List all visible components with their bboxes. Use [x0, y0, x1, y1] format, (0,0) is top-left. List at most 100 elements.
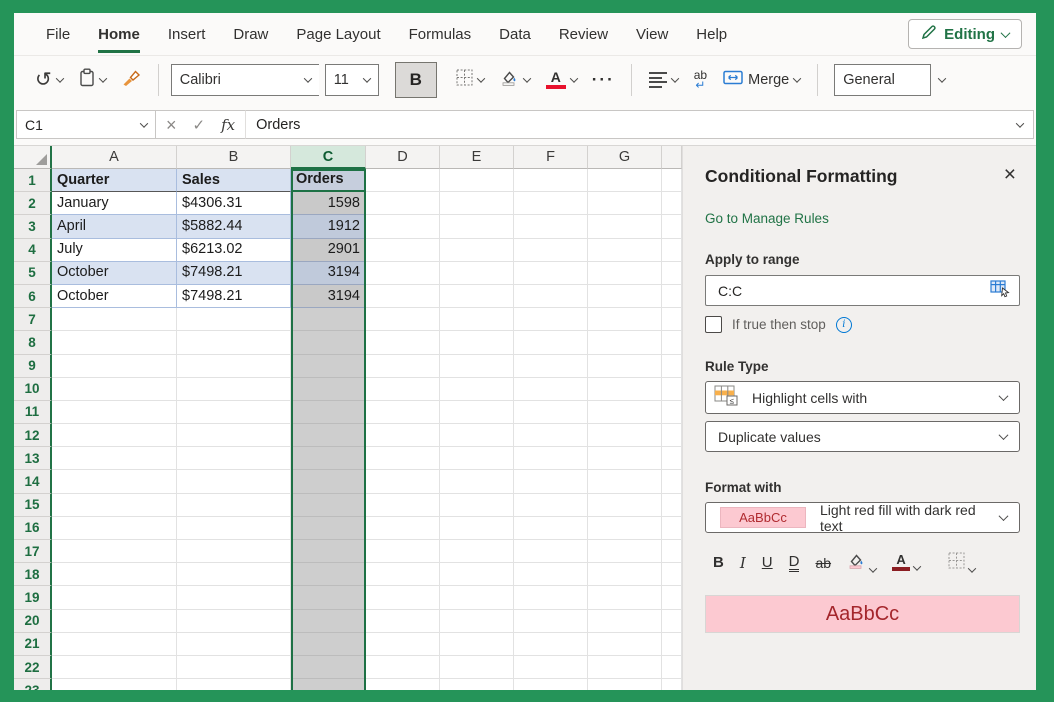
- cell-D7[interactable]: [366, 308, 440, 331]
- cell-C16[interactable]: [291, 517, 366, 540]
- cell-E1[interactable]: [440, 169, 514, 192]
- wrap-text-button[interactable]: ab↵: [689, 66, 712, 94]
- row-header-10[interactable]: 10: [14, 378, 52, 401]
- menu-item-file[interactable]: File: [32, 13, 84, 55]
- cell-stub2[interactable]: [662, 192, 682, 215]
- cell-E8[interactable]: [440, 331, 514, 354]
- cell-G8[interactable]: [588, 331, 662, 354]
- cell-C13[interactable]: [291, 447, 366, 470]
- row-header-13[interactable]: 13: [14, 447, 52, 470]
- cell-E13[interactable]: [440, 447, 514, 470]
- row-header-22[interactable]: 22: [14, 656, 52, 679]
- cell-A9[interactable]: [52, 355, 177, 378]
- format-fill-color-button[interactable]: [847, 552, 876, 573]
- format-strikethrough-button[interactable]: ab: [815, 555, 831, 571]
- column-header-A[interactable]: A: [52, 146, 177, 169]
- range-selector-icon[interactable]: [990, 280, 1011, 301]
- cell-A6[interactable]: October: [52, 285, 177, 308]
- cell-A19[interactable]: [52, 586, 177, 609]
- menu-item-page-layout[interactable]: Page Layout: [282, 13, 394, 55]
- cell-C14[interactable]: [291, 470, 366, 493]
- cell-C20[interactable]: [291, 610, 366, 633]
- cell-stub18[interactable]: [662, 563, 682, 586]
- manage-rules-link[interactable]: Go to Manage Rules: [705, 211, 1020, 226]
- row-header-6[interactable]: 6: [14, 285, 52, 308]
- cell-E17[interactable]: [440, 540, 514, 563]
- menu-item-data[interactable]: Data: [485, 13, 545, 55]
- row-header-20[interactable]: 20: [14, 610, 52, 633]
- format-borders-button[interactable]: [948, 552, 975, 573]
- cell-A11[interactable]: [52, 401, 177, 424]
- number-format-combo[interactable]: General: [834, 64, 931, 96]
- cell-B11[interactable]: [177, 401, 291, 424]
- cell-B3[interactable]: $5882.44: [177, 215, 291, 238]
- cell-A18[interactable]: [52, 563, 177, 586]
- cell-G1[interactable]: [588, 169, 662, 192]
- cell-B6[interactable]: $7498.21: [177, 285, 291, 308]
- row-header-23[interactable]: 23: [14, 679, 52, 690]
- cell-A10[interactable]: [52, 378, 177, 401]
- enter-icon[interactable]: ✓: [193, 116, 206, 134]
- cell-A8[interactable]: [52, 331, 177, 354]
- more-options-button[interactable]: ···: [588, 70, 619, 90]
- cell-F6[interactable]: [514, 285, 588, 308]
- cell-A23[interactable]: [52, 679, 177, 690]
- cell-stub4[interactable]: [662, 239, 682, 262]
- cell-G22[interactable]: [588, 656, 662, 679]
- column-header-C[interactable]: C: [291, 146, 366, 169]
- insert-function-icon[interactable]: fx: [221, 116, 235, 134]
- cell-C19[interactable]: [291, 586, 366, 609]
- fill-color-button[interactable]: [495, 65, 535, 95]
- cell-D13[interactable]: [366, 447, 440, 470]
- cell-G4[interactable]: [588, 239, 662, 262]
- cell-F16[interactable]: [514, 517, 588, 540]
- cell-A17[interactable]: [52, 540, 177, 563]
- column-header-B[interactable]: B: [177, 146, 291, 169]
- cell-G17[interactable]: [588, 540, 662, 563]
- cell-A13[interactable]: [52, 447, 177, 470]
- cell-C9[interactable]: [291, 355, 366, 378]
- cell-F15[interactable]: [514, 494, 588, 517]
- cell-G20[interactable]: [588, 610, 662, 633]
- cell-stub10[interactable]: [662, 378, 682, 401]
- cell-stub22[interactable]: [662, 656, 682, 679]
- cell-E20[interactable]: [440, 610, 514, 633]
- cell-B15[interactable]: [177, 494, 291, 517]
- cell-F19[interactable]: [514, 586, 588, 609]
- row-header-17[interactable]: 17: [14, 540, 52, 563]
- row-header-18[interactable]: 18: [14, 563, 52, 586]
- cell-F14[interactable]: [514, 470, 588, 493]
- cell-E9[interactable]: [440, 355, 514, 378]
- font-color-button[interactable]: A: [541, 67, 582, 93]
- cell-G14[interactable]: [588, 470, 662, 493]
- cell-E22[interactable]: [440, 656, 514, 679]
- cell-A22[interactable]: [52, 656, 177, 679]
- cell-C22[interactable]: [291, 656, 366, 679]
- format-style-dropdown[interactable]: AaBbCc Light red fill with dark red text: [705, 502, 1020, 533]
- cell-E12[interactable]: [440, 424, 514, 447]
- cell-C11[interactable]: [291, 401, 366, 424]
- row-header-15[interactable]: 15: [14, 494, 52, 517]
- row-header-5[interactable]: 5: [14, 262, 52, 285]
- cell-D12[interactable]: [366, 424, 440, 447]
- cell-F13[interactable]: [514, 447, 588, 470]
- cell-A7[interactable]: [52, 308, 177, 331]
- cell-E19[interactable]: [440, 586, 514, 609]
- formula-input[interactable]: Orders: [245, 110, 1034, 139]
- row-header-19[interactable]: 19: [14, 586, 52, 609]
- cell-F11[interactable]: [514, 401, 588, 424]
- select-all-corner[interactable]: [14, 146, 52, 169]
- cell-C6[interactable]: 3194: [291, 285, 366, 308]
- cell-F4[interactable]: [514, 239, 588, 262]
- cell-G18[interactable]: [588, 563, 662, 586]
- cell-stub9[interactable]: [662, 355, 682, 378]
- menu-item-formulas[interactable]: Formulas: [395, 13, 486, 55]
- row-header-4[interactable]: 4: [14, 239, 52, 262]
- cell-F12[interactable]: [514, 424, 588, 447]
- cell-A2[interactable]: January: [52, 192, 177, 215]
- row-header-1[interactable]: 1: [14, 169, 52, 192]
- cell-B18[interactable]: [177, 563, 291, 586]
- cell-A20[interactable]: [52, 610, 177, 633]
- range-input[interactable]: C:C: [705, 275, 1020, 306]
- cell-D17[interactable]: [366, 540, 440, 563]
